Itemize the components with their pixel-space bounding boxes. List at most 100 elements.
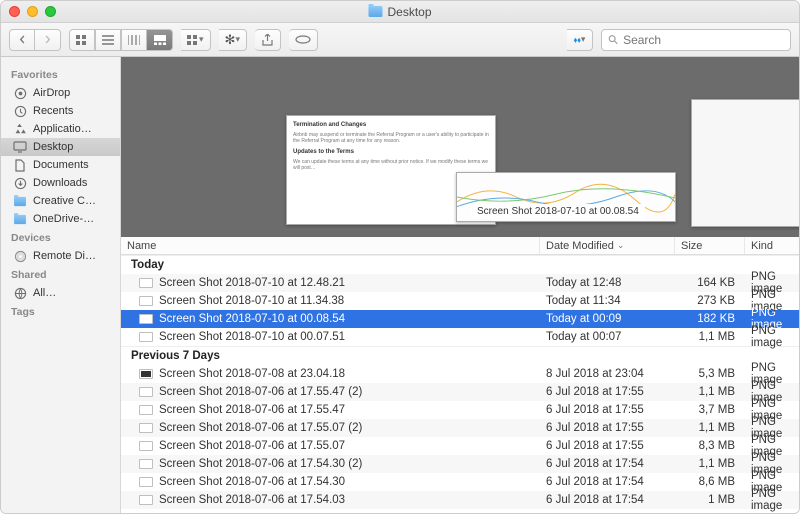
sidebar-item-label: Remote Di… <box>33 250 96 262</box>
folder-icon <box>13 195 27 207</box>
view-list-button[interactable] <box>95 29 121 51</box>
search-field[interactable] <box>601 29 791 51</box>
view-icon-button[interactable] <box>69 29 95 51</box>
toolbar: ▾ ✻▾ ⬪⬪▾ <box>1 23 799 57</box>
file-date: Today at 00:09 <box>540 313 675 325</box>
sidebar-item-remotedi[interactable]: Remote Di… <box>1 247 120 265</box>
file-list: Name Date Modified ⌄ Size Kind TodayScre… <box>121 237 799 513</box>
folder-icon <box>13 213 27 225</box>
col-name-header[interactable]: Name <box>121 237 540 254</box>
file-size: 1,1 MB <box>675 422 745 434</box>
tags-button[interactable] <box>289 29 318 51</box>
file-row[interactable]: Screen Shot 2018-07-10 at 00.07.51 Today … <box>121 328 799 346</box>
file-date: 6 Jul 2018 at 17:55 <box>540 386 675 398</box>
file-date: 8 Jul 2018 at 23:04 <box>540 368 675 380</box>
back-button[interactable] <box>9 29 35 51</box>
file-row[interactable]: Screen Shot 2018-07-10 at 00.08.54Today … <box>121 310 799 328</box>
file-icon <box>139 369 153 379</box>
file-date: 6 Jul 2018 at 17:55 <box>540 404 675 416</box>
file-name: Screen Shot 2018-07-06 at 17.55.47 <box>159 404 345 416</box>
sidebar-item-creativec[interactable]: Creative C… <box>1 192 120 210</box>
sidebar-item-airdrop[interactable]: AirDrop <box>1 84 120 102</box>
search-icon <box>608 34 618 45</box>
file-size: 1 MB <box>675 494 745 506</box>
disk-icon <box>13 250 27 262</box>
sidebar-item-downloads[interactable]: Downloads <box>1 174 120 192</box>
file-date: 6 Jul 2018 at 17:54 <box>540 458 675 470</box>
desktop-icon <box>13 141 27 153</box>
file-name: Screen Shot 2018-07-06 at 17.54.30 (2) <box>159 458 362 470</box>
sort-desc-icon: ⌄ <box>617 240 625 251</box>
file-date: Today at 11:34 <box>540 295 675 307</box>
file-row[interactable]: Screen Shot 2018-07-06 at 17.54.036 Jul … <box>121 491 799 509</box>
file-icon <box>139 423 153 433</box>
folder-icon <box>368 6 382 17</box>
search-input[interactable] <box>623 33 784 47</box>
file-icon <box>139 495 153 505</box>
minimize-button[interactable] <box>27 6 38 17</box>
view-gallery-button[interactable] <box>147 29 173 51</box>
file-row[interactable]: Screen Shot 2018-07-06 at 17.55.07 (2) 6 … <box>121 419 799 437</box>
file-date: 6 Jul 2018 at 17:55 <box>540 440 675 452</box>
group-header: Today <box>121 255 799 274</box>
file-row[interactable]: Screen Shot 2018-07-06 at 17.55.47 (2) 6 … <box>121 383 799 401</box>
sidebar-item-label: Creative C… <box>33 195 96 207</box>
file-row[interactable]: Screen Shot 2018-07-06 at 17.54.30 (2) 6 … <box>121 455 799 473</box>
apps-icon <box>13 123 27 135</box>
window-title: Desktop <box>368 5 431 19</box>
sidebar-section-header: Favorites <box>1 65 120 84</box>
file-name: Screen Shot 2018-07-06 at 17.55.47 (2) <box>159 386 362 398</box>
file-name: Screen Shot 2018-07-06 at 17.55.07 (2) <box>159 422 362 434</box>
file-row[interactable]: Screen Shot 2018-07-08 at 23.04.188 Jul … <box>121 365 799 383</box>
zoom-button[interactable] <box>45 6 56 17</box>
col-date-header[interactable]: Date Modified ⌄ <box>540 237 675 254</box>
file-name: Screen Shot 2018-07-10 at 12.48.21 <box>159 277 345 289</box>
file-row[interactable]: Screen Shot 2018-07-10 at 12.48.21 Today … <box>121 274 799 292</box>
col-kind-header[interactable]: Kind <box>745 237 799 254</box>
window-controls <box>9 6 56 17</box>
file-row[interactable]: Screen Shot 2018-07-10 at 11.34.38Today … <box>121 292 799 310</box>
file-icon <box>139 405 153 415</box>
dropbox-button[interactable]: ⬪⬪▾ <box>567 29 593 51</box>
file-date: 6 Jul 2018 at 17:54 <box>540 476 675 488</box>
sidebar-item-onedrive[interactable]: OneDrive-… <box>1 210 120 228</box>
titlebar: Desktop <box>1 1 799 23</box>
arrange-button[interactable]: ▾ <box>181 29 211 51</box>
list-header: Name Date Modified ⌄ Size Kind <box>121 237 799 255</box>
sidebar-item-all[interactable]: All… <box>1 284 120 302</box>
col-size-header[interactable]: Size <box>675 237 745 254</box>
file-icon <box>139 459 153 469</box>
forward-button[interactable] <box>35 29 61 51</box>
file-date: Today at 12:48 <box>540 277 675 289</box>
clock-icon <box>13 105 27 117</box>
file-date: Today at 00:07 <box>540 331 675 343</box>
file-name: Screen Shot 2018-07-06 at 17.54.03 <box>159 494 345 506</box>
sidebar-item-desktop[interactable]: Desktop <box>1 138 120 156</box>
airdrop-icon <box>13 87 27 99</box>
file-name: Screen Shot 2018-07-10 at 00.07.51 <box>159 331 345 343</box>
file-row[interactable]: Screen Shot 2018-07-06 at 17.55.47 6 Jul … <box>121 401 799 419</box>
file-icon <box>139 387 153 397</box>
sidebar-item-label: Downloads <box>33 177 87 189</box>
file-size: 8,3 MB <box>675 440 745 452</box>
file-date: 6 Jul 2018 at 17:55 <box>540 422 675 434</box>
thumbnail[interactable] <box>691 99 799 227</box>
sidebar-section-header: Devices <box>1 228 120 247</box>
view-buttons <box>69 29 173 51</box>
sidebar-item-documents[interactable]: Documents <box>1 156 120 174</box>
close-button[interactable] <box>9 6 20 17</box>
share-button[interactable] <box>255 29 281 51</box>
sidebar-item-label: Recents <box>33 105 73 117</box>
view-column-button[interactable] <box>121 29 147 51</box>
action-button[interactable]: ✻▾ <box>219 29 247 51</box>
sidebar-item-label: OneDrive-… <box>33 213 94 225</box>
file-name: Screen Shot 2018-07-06 at 17.55.07 <box>159 440 345 452</box>
file-icon <box>139 278 153 288</box>
group-header: Previous 7 Days <box>121 346 799 365</box>
sidebar-item-applicatio[interactable]: Applicatio… <box>1 120 120 138</box>
main-panel: Termination and Changes Airbnb may suspe… <box>121 57 799 513</box>
finder-window: Desktop ▾ ✻▾ ⬪⬪▾ <box>0 0 800 514</box>
sidebar-item-recents[interactable]: Recents <box>1 102 120 120</box>
file-row[interactable]: Screen Shot 2018-07-06 at 17.54.306 Jul … <box>121 473 799 491</box>
file-row[interactable]: Screen Shot 2018-07-06 at 17.55.07 6 Jul … <box>121 437 799 455</box>
